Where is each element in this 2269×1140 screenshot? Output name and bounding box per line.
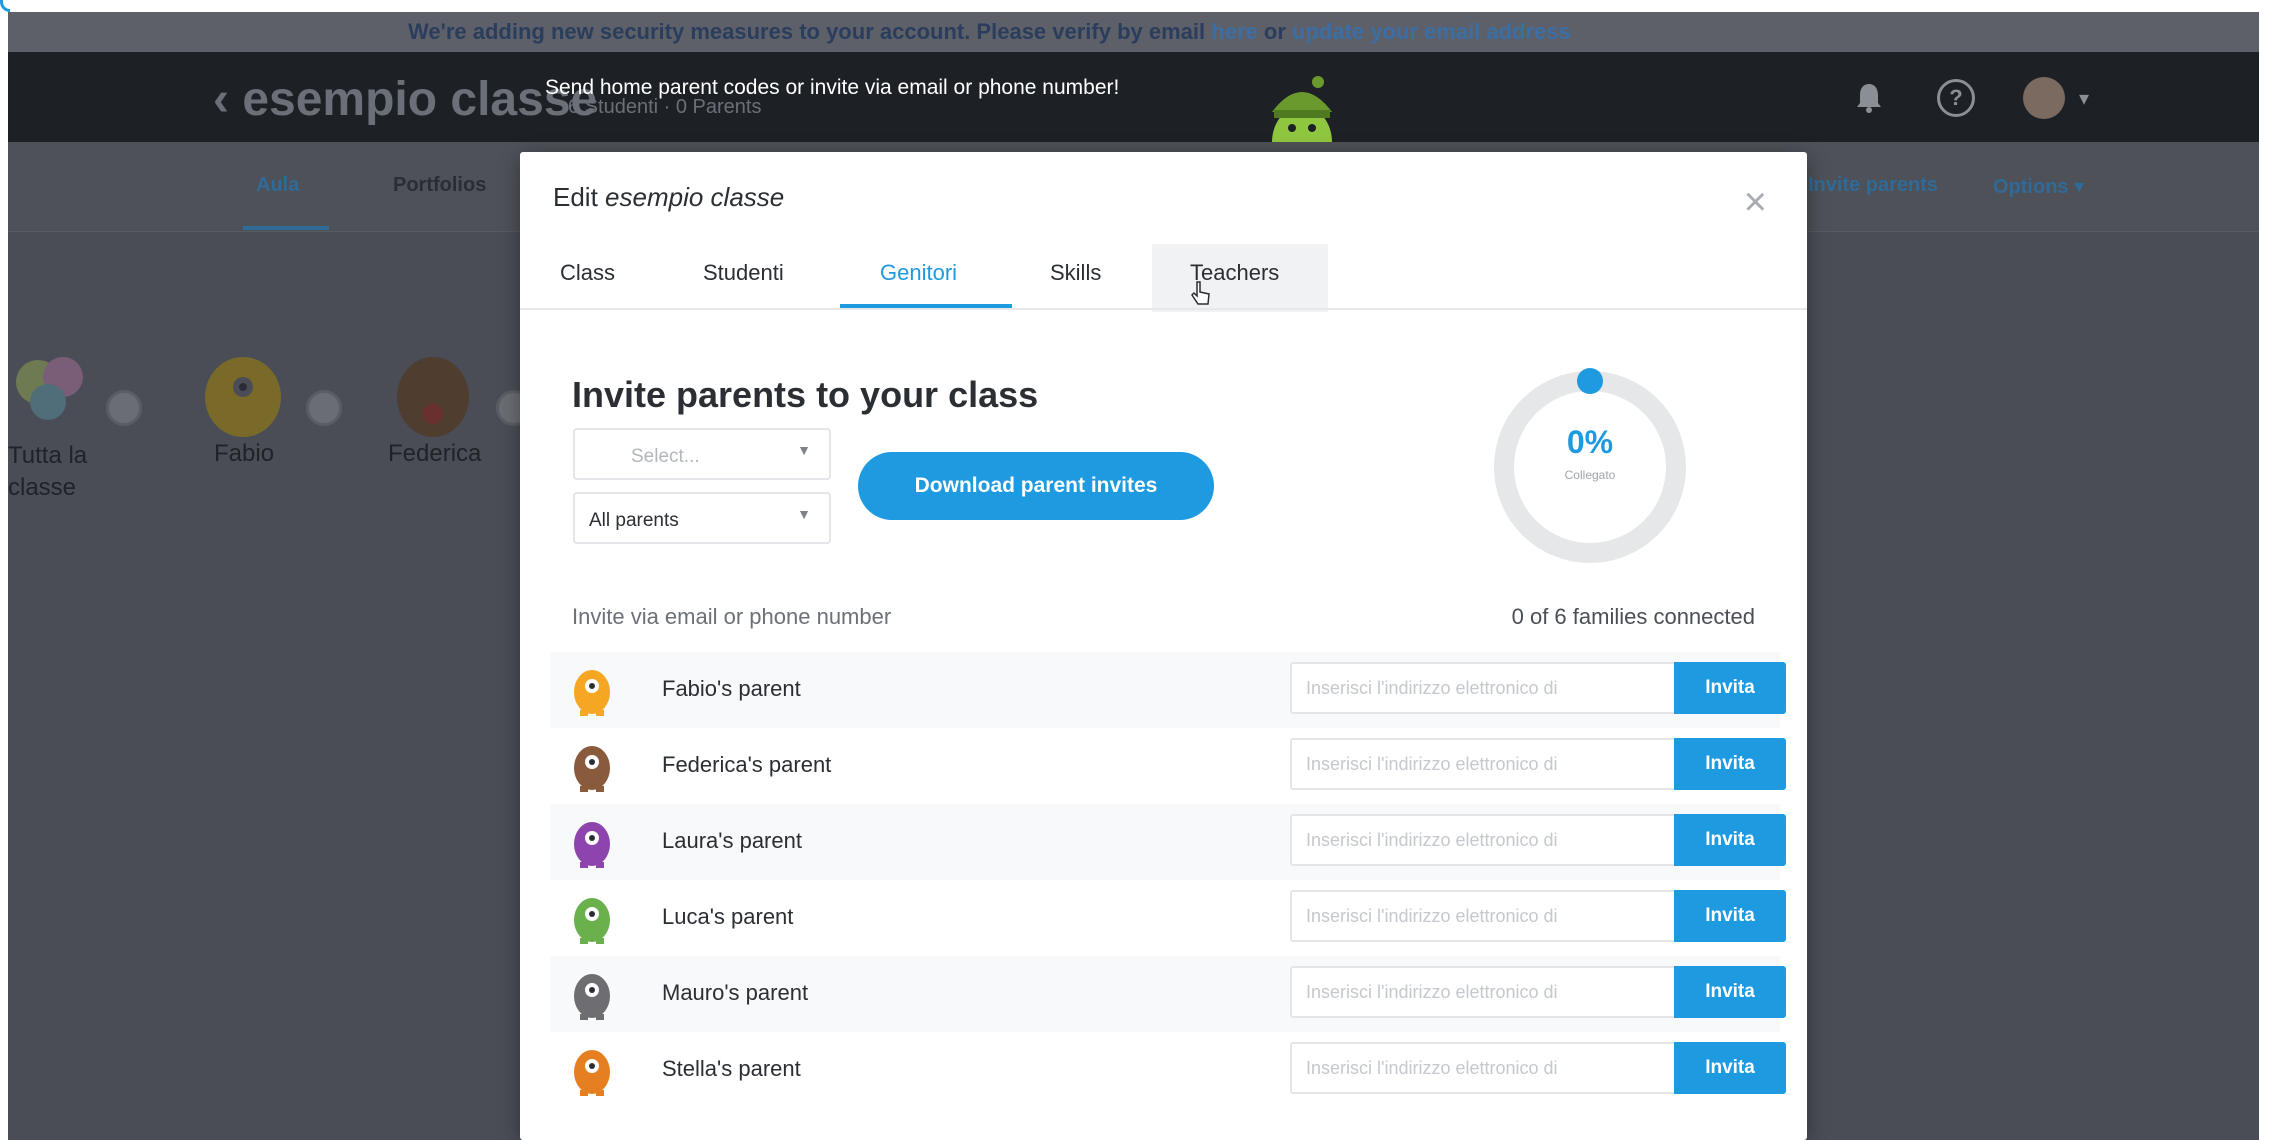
edit-class-modal: Edit esempio classe × Class Studenti Gen… xyxy=(520,152,1807,1140)
parent-row: Mauro's parent Invita xyxy=(550,956,1786,1032)
class-monsters-icon xyxy=(16,357,83,420)
points-badge xyxy=(106,390,142,426)
modal-title-class: esempio classe xyxy=(605,182,785,212)
invite-button[interactable]: Invita xyxy=(1674,966,1786,1018)
parent-email-input[interactable] xyxy=(1290,1042,1678,1094)
monster-avatar-icon xyxy=(574,822,610,868)
download-parent-invites-button[interactable]: Download parent invites xyxy=(858,452,1214,520)
student-name: Fabio xyxy=(214,440,275,467)
parent-name: Luca's parent xyxy=(662,904,794,929)
parents-filter-value: All parents xyxy=(589,510,679,531)
donut-chart xyxy=(1494,368,1686,563)
frame-corner-mark xyxy=(0,0,10,12)
modal-title-prefix: Edit xyxy=(553,182,598,212)
invite-button[interactable]: Invita xyxy=(1674,738,1786,790)
donut-label: Collegato xyxy=(1564,468,1616,482)
parent-row: Luca's parent Invita xyxy=(550,880,1786,956)
monster-avatar-icon xyxy=(574,974,610,1020)
tab-studenti[interactable]: Studenti xyxy=(703,260,784,286)
monster-avatar-icon xyxy=(574,746,610,792)
connection-donut: 0% Collegato xyxy=(1485,362,1695,572)
parent-row: Fabio's parent Invita xyxy=(550,652,1786,728)
parent-name: Mauro's parent xyxy=(662,980,809,1005)
student-name: Tutta la classe xyxy=(8,442,88,501)
banner-link-update-email[interactable]: update your email address xyxy=(1292,19,1571,44)
avatar xyxy=(2022,77,2065,119)
bell-icon[interactable] xyxy=(1849,78,1889,118)
invite-button[interactable]: Invita xyxy=(1674,814,1786,866)
invite-button[interactable]: Invita xyxy=(1674,1042,1786,1094)
parent-email-input[interactable] xyxy=(1290,966,1678,1018)
subnav-tab-portfolios[interactable]: Portfolios xyxy=(393,174,486,197)
navbar-actions: ? ▾ xyxy=(1849,77,2089,119)
monster-avatar-icon xyxy=(205,357,281,437)
parent-email-input[interactable] xyxy=(1290,738,1678,790)
modal-tabs: Class Studenti Genitori Skills Teachers xyxy=(520,240,1807,310)
pointer-cursor-icon xyxy=(1191,281,1210,305)
close-icon[interactable]: × xyxy=(1744,182,1767,222)
tab-genitori[interactable]: Genitori xyxy=(880,260,957,286)
points-badge xyxy=(306,390,342,426)
parent-email-input[interactable] xyxy=(1290,814,1678,866)
invite-button[interactable]: Invita xyxy=(1674,890,1786,942)
subnav-active-underline xyxy=(243,226,329,230)
invite-heading: Invite parents to your class xyxy=(572,374,1039,415)
student-name: Federica xyxy=(388,440,482,467)
families-connected: 0 of 6 families connected xyxy=(1511,604,1755,629)
security-banner: We're adding new security measures to yo… xyxy=(8,12,2259,52)
invite-button[interactable]: Invita xyxy=(1674,662,1786,714)
chevron-down-icon: ▼ xyxy=(797,506,811,522)
subnav-tab-aula[interactable]: Aula xyxy=(256,174,299,197)
student-select-value: Select... xyxy=(631,446,700,467)
invite-via-label: Invite via email or phone number xyxy=(572,604,892,629)
onboarding-tooltip: Send home parent codes or invite via ema… xyxy=(545,76,1120,99)
modal-title: Edit esempio classe xyxy=(553,182,784,213)
parent-row: Laura's parent Invita xyxy=(550,804,1786,880)
banner-link-here[interactable]: here xyxy=(1211,19,1257,44)
parent-email-input[interactable] xyxy=(1290,662,1678,714)
app-frame: We're adding new security measures to yo… xyxy=(8,12,2259,1140)
chevron-down-icon: ▾ xyxy=(2078,87,2089,110)
back-class-title[interactable]: ‹ esempio classe xyxy=(213,72,597,127)
tab-class[interactable]: Class xyxy=(560,260,615,286)
parent-name: Stella's parent xyxy=(662,1056,801,1081)
subnav-options[interactable]: Options ▾ xyxy=(1993,174,2084,199)
monster-avatar-icon xyxy=(574,1050,610,1096)
parents-filter-select[interactable]: All parents ▼ xyxy=(573,492,831,544)
top-navbar: ‹ esempio classe 6 Studenti · 0 Parents … xyxy=(8,52,2259,180)
parent-row: Federica's parent Invita xyxy=(550,728,1786,804)
parent-name: Fabio's parent xyxy=(662,676,801,701)
active-tab-underline xyxy=(840,304,1012,308)
monster-avatar-icon xyxy=(574,670,610,716)
tab-skills[interactable]: Skills xyxy=(1050,260,1101,286)
help-icon[interactable]: ? xyxy=(1936,79,1975,117)
banner-mid: or xyxy=(1263,19,1286,44)
chevron-down-icon: ▼ xyxy=(797,442,811,458)
account-menu[interactable]: ▾ xyxy=(2022,77,2089,119)
donut-percent: 0% xyxy=(1566,424,1614,460)
parent-row: Stella's parent Invita xyxy=(550,1032,1786,1108)
parent-name: Laura's parent xyxy=(662,828,802,853)
parent-email-input[interactable] xyxy=(1290,890,1678,942)
subnav-invite-parents[interactable]: Invite parents xyxy=(1808,174,1938,197)
donut-progress-marker xyxy=(1577,368,1603,394)
banner-text: We're adding new security measures to yo… xyxy=(408,19,1206,44)
monster-avatar-icon xyxy=(574,898,610,944)
student-select[interactable]: Select... ▼ xyxy=(573,428,831,480)
monster-avatar-icon xyxy=(397,357,469,437)
parent-name: Federica's parent xyxy=(662,752,832,777)
